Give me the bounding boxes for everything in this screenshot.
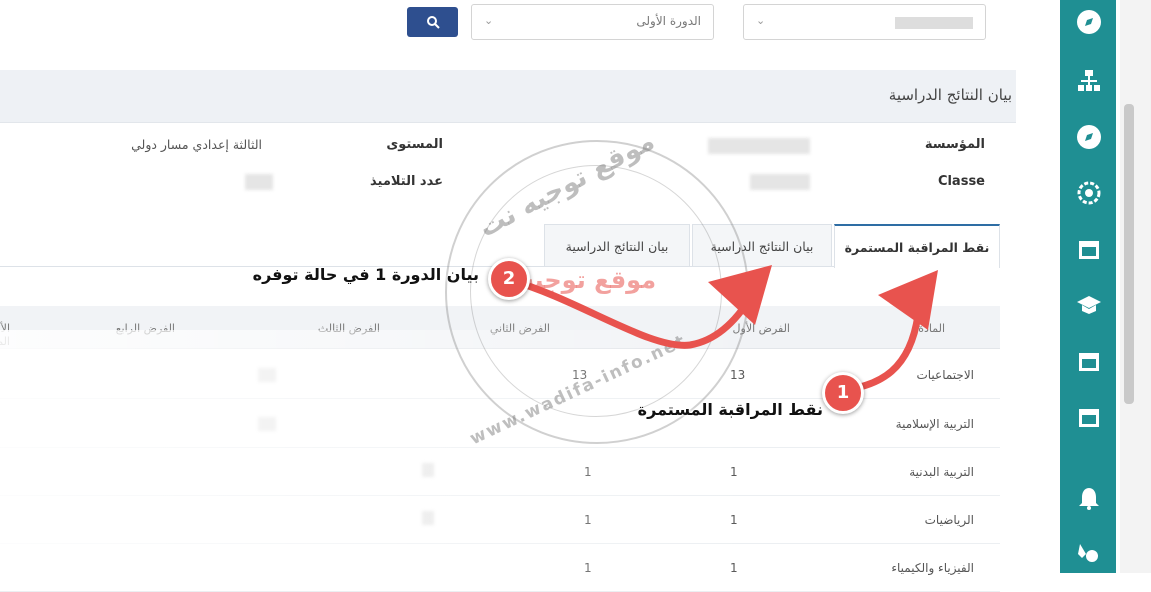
step-2-text: بيان الدورة 1 في حالة توفره (252, 265, 479, 284)
compass-icon[interactable] (1076, 9, 1102, 35)
step-2-badge: 2 (488, 258, 530, 300)
bell-icon[interactable] (1076, 485, 1102, 511)
network-icon[interactable] (1076, 68, 1102, 94)
calendar-icon[interactable] (1076, 404, 1102, 430)
sidebar (1060, 0, 1116, 573)
annotation-arrows (506, 265, 938, 394)
arrow-2 (506, 276, 756, 349)
compass-icon[interactable] (1076, 124, 1102, 150)
graduation-cap-icon[interactable] (1076, 292, 1102, 318)
scrollbar-thumb[interactable] (1124, 104, 1134, 404)
settings-icon[interactable] (1076, 180, 1102, 206)
calendar-icon[interactable] (1076, 348, 1102, 374)
medal-icon[interactable] (1076, 540, 1102, 566)
step-1-text: نقط المراقبة المستمرة (637, 400, 823, 419)
step-1-badge: 1 (822, 372, 864, 414)
arrow-1-head (878, 270, 938, 330)
calendar-icon[interactable] (1076, 236, 1102, 262)
